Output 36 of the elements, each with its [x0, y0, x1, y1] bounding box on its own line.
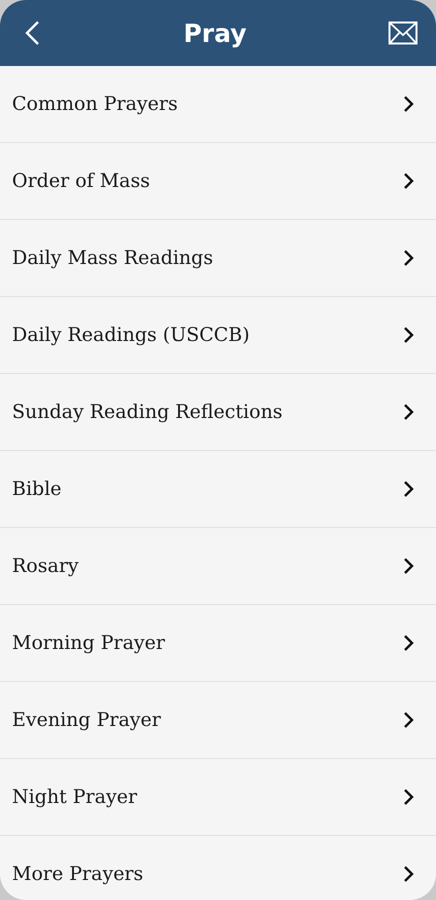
envelope-icon [388, 21, 418, 45]
menu-item[interactable]: Sunday Reading Reflections [0, 374, 436, 451]
menu-item[interactable]: More Prayers [0, 836, 436, 900]
menu-item-label: Bible [12, 478, 62, 500]
chevron-icon [402, 787, 414, 807]
menu-item[interactable]: Daily Readings (USCCB) [0, 297, 436, 374]
menu-item[interactable]: Bible [0, 451, 436, 528]
menu-item-label: Order of Mass [12, 170, 150, 192]
menu-item[interactable]: Daily Mass Readings [0, 220, 436, 297]
menu-item-label: More Prayers [12, 863, 144, 885]
chevron-icon [402, 633, 414, 653]
chevron-icon [402, 479, 414, 499]
menu-item-label: Night Prayer [12, 786, 138, 808]
menu-item-label: Evening Prayer [12, 709, 161, 731]
menu-item-label: Sunday Reading Reflections [12, 401, 283, 423]
menu-item[interactable]: Common Prayers [0, 66, 436, 143]
chevron-icon [402, 325, 414, 345]
chevron-icon [402, 402, 414, 422]
menu-item[interactable]: Order of Mass [0, 143, 436, 220]
menu-item[interactable]: Rosary [0, 528, 436, 605]
menu-item-label: Daily Readings (USCCB) [12, 324, 250, 346]
menu-item-label: Common Prayers [12, 93, 178, 115]
chevron-icon [402, 556, 414, 576]
mail-button[interactable] [388, 21, 418, 45]
menu-item-label: Rosary [12, 555, 79, 577]
menu-item-label: Morning Prayer [12, 632, 165, 654]
menu-item[interactable]: Evening Prayer [0, 682, 436, 759]
menu-item[interactable]: Night Prayer [0, 759, 436, 836]
chevron-icon [402, 94, 414, 114]
chevron-icon [402, 248, 414, 268]
screen-title: Pray [183, 18, 247, 48]
menu-item-label: Daily Mass Readings [12, 247, 214, 269]
chevron-icon [402, 864, 414, 884]
menu-item[interactable]: Morning Prayer [0, 605, 436, 682]
chevron-icon [402, 710, 414, 730]
chevron-icon [402, 171, 414, 191]
